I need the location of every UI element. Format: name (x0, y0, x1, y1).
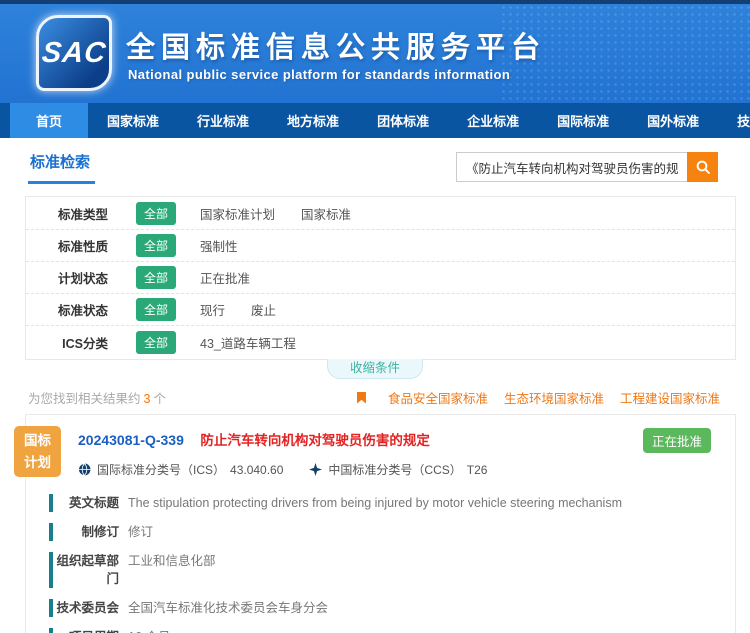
filter-all-button[interactable]: 全部 (136, 234, 176, 257)
filter-row-ics-category: ICS分类 全部 43_道路车辆工程 (26, 326, 735, 358)
filter-label: 计划状态 (40, 268, 108, 287)
collapse-conditions-button[interactable]: 收缩条件 (327, 359, 423, 379)
detail-marker-bar (49, 552, 53, 588)
badge-line2: 计划 (14, 452, 61, 474)
quick-links: 食品安全国家标准 生态环境国家标准 工程建设国家标准 (357, 388, 720, 407)
quick-link-food-safety[interactable]: 食品安全国家标准 (388, 388, 488, 407)
search-icon (695, 159, 711, 175)
nav-item-home[interactable]: 首页 (10, 103, 88, 138)
nav-item-local-standards[interactable]: 地方标准 (268, 103, 358, 138)
filter-label: 标准状态 (40, 300, 108, 319)
ccs-label: 中国标准分类号（CCS） (328, 461, 461, 478)
results-summary-prefix: 为您找到相关结果约 (28, 392, 141, 406)
detail-label: 项目周期 (55, 628, 119, 633)
classification-line: 国际标准分类号（ICS） 43.040.60 中国标准分类号（CCS） T26 (26, 450, 735, 494)
detail-row-revision-type: 制修订 修订 (26, 523, 735, 541)
filter-row-standard-type: 标准类型 全部 国家标准计划 国家标准 (26, 198, 735, 230)
filter-option[interactable]: 强制性 (200, 236, 238, 255)
nav-item-international-standards[interactable]: 国际标准 (538, 103, 628, 138)
site-subtitle: National public service platform for sta… (128, 67, 510, 82)
detail-value: 修订 (128, 523, 735, 541)
national-plan-badge: 国标 计划 (14, 426, 61, 477)
main-nav: 首页 国家标准 行业标准 地方标准 团体标准 企业标准 国际标准 国外标准 技术… (0, 103, 750, 138)
nav-item-enterprise-standards[interactable]: 企业标准 (448, 103, 538, 138)
results-count: 3 (144, 392, 151, 406)
detail-label: 技术委员会 (55, 599, 119, 617)
detail-marker-bar (49, 523, 53, 541)
standard-result-card: 国标 计划 正在批准 20243081-Q-339 防止汽车转向机构对驾驶员伤害… (25, 414, 736, 633)
detail-row-drafting-department: 组织起草部门 工业和信息化部 (26, 552, 735, 588)
filter-option[interactable]: 国家标准 (301, 204, 351, 223)
nav-item-technical-committee[interactable]: 技术委 (718, 103, 750, 138)
detail-label: 组织起草部门 (55, 552, 119, 588)
filter-label: ICS分类 (40, 333, 108, 352)
sac-logo-text: SAC (40, 37, 108, 70)
ics-value: 43.040.60 (230, 463, 283, 477)
ics-label: 国际标准分类号（ICS） (97, 461, 225, 478)
search-button[interactable] (687, 152, 718, 182)
detail-value: 全国汽车标准化技术委员会车身分会 (128, 599, 735, 617)
filter-option[interactable]: 43_道路车辆工程 (200, 333, 296, 352)
filter-all-button[interactable]: 全部 (136, 202, 176, 225)
compass-icon (309, 463, 322, 476)
site-header: SAC 全国标准信息公共服务平台 National public service… (0, 4, 750, 103)
filter-all-button[interactable]: 全部 (136, 266, 176, 289)
globe-icon (78, 463, 91, 476)
search-section: 标准检索 (0, 138, 750, 196)
detail-value: 16 个月 (128, 628, 735, 633)
filter-all-button[interactable]: 全部 (136, 298, 176, 321)
badge-line1: 国标 (14, 430, 61, 452)
filter-row-standard-status: 标准状态 全部 现行 废止 (26, 294, 735, 326)
results-summary-suffix: 个 (153, 392, 166, 406)
status-badge: 正在批准 (643, 428, 711, 453)
detail-row-project-period: 项目周期 16 个月 (26, 628, 735, 633)
results-summary: 为您找到相关结果约3个 (28, 388, 166, 407)
detail-marker-bar (49, 494, 53, 512)
filter-panel: 标准类型 全部 国家标准计划 国家标准 标准性质 全部 强制性 计划状态 全部 … (25, 196, 736, 360)
filter-option[interactable]: 正在批准 (200, 268, 250, 287)
search-box (456, 152, 718, 182)
sac-logo[interactable]: SAC (36, 15, 112, 91)
nav-item-national-standards[interactable]: 国家标准 (88, 103, 178, 138)
filter-label: 标准性质 (40, 236, 108, 255)
filter-option[interactable]: 国家标准计划 (200, 204, 275, 223)
detail-value: 工业和信息化部 (128, 552, 735, 588)
detail-value: The stipulation protecting drivers from … (128, 494, 735, 512)
ccs-value: T26 (467, 463, 488, 477)
quick-link-engineering[interactable]: 工程建设国家标准 (620, 388, 720, 407)
nav-item-group-standards[interactable]: 团体标准 (358, 103, 448, 138)
bookmark-icon (357, 392, 366, 404)
filter-option[interactable]: 现行 (200, 300, 225, 319)
filter-row-plan-status: 计划状态 全部 正在批准 (26, 262, 735, 294)
filter-label: 标准类型 (40, 204, 108, 223)
detail-row-technical-committee: 技术委员会 全国汽车标准化技术委员会车身分会 (26, 599, 735, 617)
nav-item-foreign-standards[interactable]: 国外标准 (628, 103, 718, 138)
filter-row-standard-nature: 标准性质 全部 强制性 (26, 230, 735, 262)
site-title: 全国标准信息公共服务平台 (126, 24, 546, 66)
search-input[interactable] (456, 152, 687, 182)
detail-marker-bar (49, 628, 53, 633)
ccs-group: 中国标准分类号（CCS） T26 (309, 461, 487, 478)
nav-item-industry-standards[interactable]: 行业标准 (178, 103, 268, 138)
detail-label: 制修订 (55, 523, 119, 541)
detail-label: 英文标题 (55, 494, 119, 512)
detail-row-english-title: 英文标题 The stipulation protecting drivers … (26, 494, 735, 512)
standard-code-link[interactable]: 20243081-Q-339 (78, 432, 184, 448)
quick-link-eco-environment[interactable]: 生态环境国家标准 (504, 388, 604, 407)
card-head: 20243081-Q-339 防止汽车转向机构对驾驶员伤害的规定 (26, 415, 735, 450)
filter-all-button[interactable]: 全部 (136, 331, 176, 354)
section-title-standard-search: 标准检索 (28, 151, 95, 184)
results-meta-row: 为您找到相关结果约3个 食品安全国家标准 生态环境国家标准 工程建设国家标准 (28, 388, 720, 407)
detail-marker-bar (49, 599, 53, 617)
standard-title-link[interactable]: 防止汽车转向机构对驾驶员伤害的规定 (200, 433, 430, 448)
filter-option[interactable]: 废止 (251, 300, 276, 319)
